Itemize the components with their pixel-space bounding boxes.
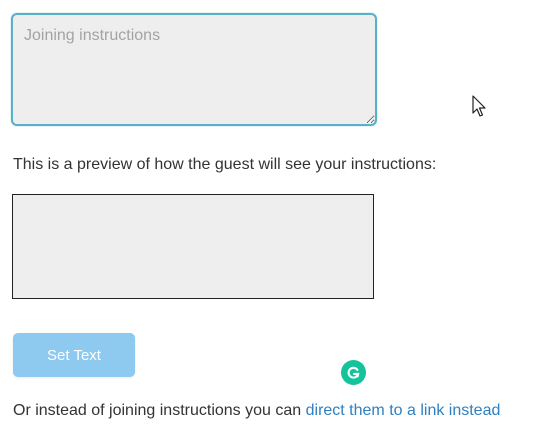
grammarly-icon[interactable] (341, 360, 366, 385)
preview-label: This is a preview of how the guest will … (13, 156, 437, 173)
joining-instructions-panel: This is a preview of how the guest will … (0, 0, 550, 437)
mouse-pointer-icon (472, 95, 486, 117)
instructions-preview-box (12, 194, 374, 299)
set-text-button[interactable]: Set Text (13, 333, 135, 377)
direct-to-link-link[interactable]: direct them to a link instead (306, 402, 501, 419)
alternative-link-line: Or instead of joining instructions you c… (13, 402, 500, 420)
alternative-link-prefix: Or instead of joining instructions you c… (13, 402, 306, 419)
grammarly-g-glyph (347, 366, 360, 379)
joining-instructions-input[interactable] (11, 13, 377, 126)
